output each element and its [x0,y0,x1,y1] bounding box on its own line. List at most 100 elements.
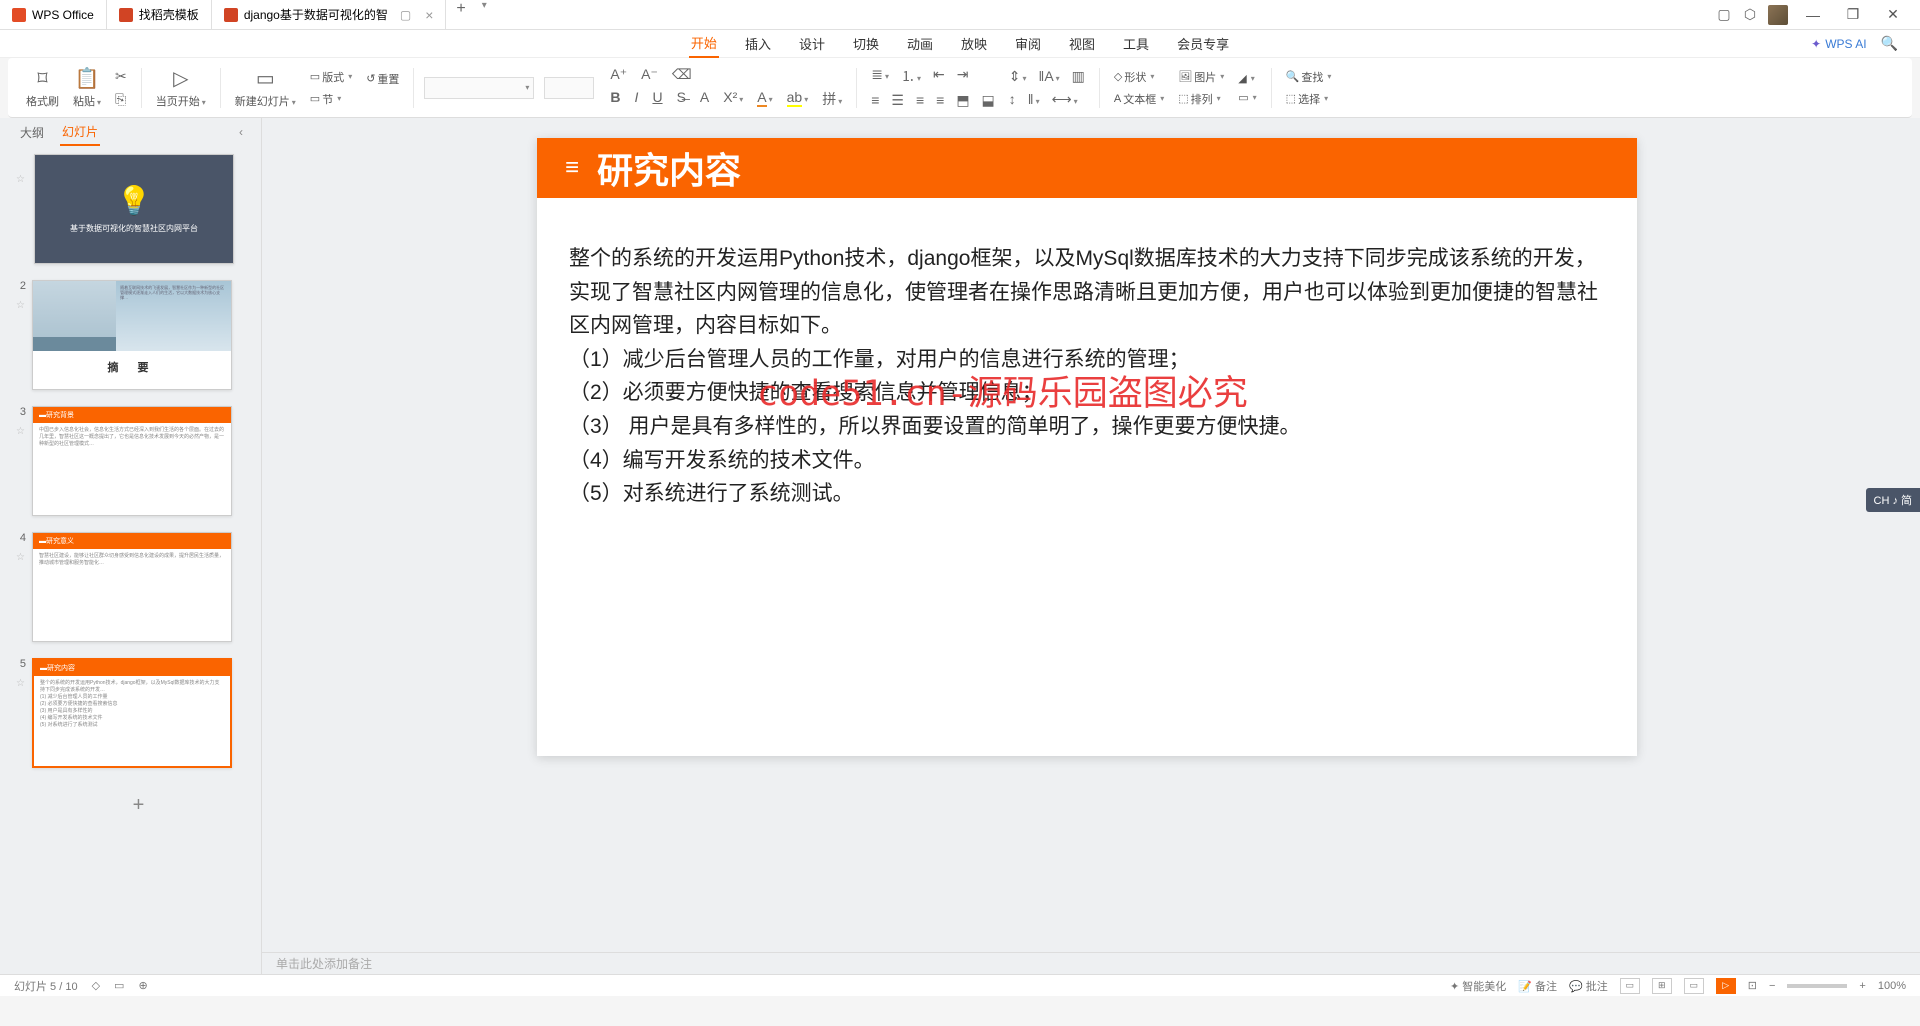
slide-paragraph[interactable]: 整个的系统的开发运用Python技术，django框架，以及MySql数据库技术… [569,242,1605,343]
numbering-icon[interactable]: ⒈▾ [897,64,925,88]
wps-ai-button[interactable]: ✦WPS AI [1811,37,1866,51]
save-icon[interactable]: 🖫 [83,32,103,56]
notes-toggle[interactable]: 📝 备注 [1518,978,1557,994]
slide-canvas[interactable]: ≡ 研究内容 整个的系统的开发运用Python技术，django框架，以及MyS… [537,138,1637,756]
char-spacing-icon[interactable]: ⟷▾ [1048,89,1082,110]
slide-line-5[interactable]: （5）对系统进行了系统测试。 [569,477,1605,511]
menu-review[interactable]: 审阅 [1013,30,1043,57]
shrink-font-icon[interactable]: A⁻ [637,64,662,85]
ime-tab[interactable]: CH ♪ 简 [1866,488,1920,512]
save-as-icon[interactable]: 🖫 [107,32,127,56]
paste-button[interactable]: 📋粘贴▾ [69,66,105,109]
menu-view[interactable]: 视图 [1067,30,1097,57]
menu-start[interactable]: 开始 [689,29,719,58]
hamburger-icon[interactable]: ≡ [12,36,20,52]
slide-thumb-2[interactable]: 2 ☆ 随着互联网技术的飞速发展，智慧社区作为一种新型的社区管理模式逐渐走入人们… [16,280,261,390]
view-slideshow-icon[interactable]: ▷ [1716,978,1736,994]
slide-content[interactable]: 整个的系统的开发运用Python技术，django框架，以及MySql数据库技术… [537,198,1637,555]
menu-animation[interactable]: 动画 [905,30,935,57]
valign-mid-icon[interactable]: ⬓ [978,90,999,111]
cube-icon[interactable]: ⬡ [1742,7,1758,23]
slide-thumb-3[interactable]: 3 ☆ ▬ 研究背景 中国已步入信息化社会，信息化生活方式已经深入到我们生活的各… [16,406,261,516]
slide-thumb-1[interactable]: ☆ 💡 基于数据可视化的智慧社区内网平台 [16,154,261,264]
menu-design[interactable]: 设计 [797,30,827,57]
slide-line-2[interactable]: （2）必须要方便快捷的查看搜索信息并管理信息； [569,376,1605,410]
bold-icon[interactable]: B [606,87,624,111]
phonetic-icon[interactable]: 拼▾ [818,87,846,111]
superscript-icon[interactable]: X²▾ [719,87,747,111]
menu-member[interactable]: 会员专享 [1175,30,1231,57]
collapse-panel-icon[interactable]: ‹ [239,125,243,139]
star-icon[interactable]: ☆ [16,678,25,689]
user-avatar[interactable] [1768,5,1788,25]
zoom-in-icon[interactable]: + [1859,980,1865,992]
zoom-level[interactable]: 100% [1878,980,1906,992]
fill-button[interactable]: ◢▾ [1234,70,1260,87]
star-icon[interactable]: ☆ [16,174,25,185]
line-height-icon[interactable]: ‖▾ [1024,89,1044,110]
close-window-button[interactable]: ✕ [1878,6,1908,23]
indent-dec-icon[interactable]: ⇤ [929,64,949,88]
maximize-button[interactable]: ❐ [1838,6,1868,23]
image-button[interactable]: 🖼 图片▾ [1174,67,1228,87]
align-left-icon[interactable]: ≡ [867,90,883,111]
print-icon[interactable]: 🖶 [131,32,152,56]
align-right-icon[interactable]: ≡ [912,90,928,111]
outline-button[interactable]: ▭▾ [1234,89,1260,106]
slide-line-1[interactable]: （1）减少后台管理人员的工作量，对用户的信息进行系统的管理； [569,343,1605,377]
grow-font-icon[interactable]: A⁺ [606,64,631,85]
select-button[interactable]: ⬚ 选择▾ [1282,89,1336,109]
notes-pane[interactable]: 单击此处添加备注 [262,952,1920,974]
view-sorter-icon[interactable]: ⊞ [1652,978,1672,994]
app-tab-wps[interactable]: WPS Office [0,0,107,29]
redo-icon[interactable]: ↷ [215,35,235,52]
clear-format-icon[interactable]: ⌫ [668,64,696,85]
minimize-button[interactable]: — [1798,7,1828,23]
menu-tools[interactable]: 工具 [1121,30,1151,57]
star-icon[interactable]: ☆ [16,300,25,311]
indent-inc-icon[interactable]: ⇥ [953,64,973,88]
valign-top-icon[interactable]: ⬒ [952,90,973,111]
new-tab-dropdown-icon[interactable]: ▾ [476,0,493,29]
window-layout-icon[interactable]: ▢ [1716,7,1732,23]
star-icon[interactable]: ☆ [16,552,25,563]
align-center-icon[interactable]: ☰ [887,90,908,111]
qa-customize-icon[interactable]: ▾ [239,39,247,48]
status-icon[interactable]: ⊕ [138,979,147,992]
find-button[interactable]: 🔍 查找▾ [1282,67,1336,87]
arrange-button[interactable]: ⬚ 排列▾ [1174,89,1228,109]
app-tab-document[interactable]: django基于数据可视化的智 ▢ × [212,0,447,29]
undo-icon[interactable]: ↶ [179,35,199,52]
shadow-icon[interactable]: A [696,87,713,111]
section-button[interactable]: ▭ 节▾ [306,89,356,109]
columns-icon[interactable]: ▥ [1068,66,1089,87]
tab-slides[interactable]: 幻灯片 [60,119,100,146]
textbox-button[interactable]: A 文本框▾ [1110,89,1168,109]
reset-button[interactable]: ↺ 重置 [362,69,403,89]
highlight-icon[interactable]: ab▾ [783,87,813,111]
format-painter-button[interactable]: ⌑格式刷 [22,66,63,109]
search-icon[interactable]: 🔍 [1877,35,1902,52]
view-normal-icon[interactable]: ▭ [1620,978,1640,994]
zoom-out-icon[interactable]: − [1769,980,1775,992]
app-tab-template[interactable]: 找稻壳模板 [107,0,212,29]
undo-dropdown-icon[interactable]: ▾ [203,39,211,48]
font-family-combo[interactable]: ▾ [424,77,534,99]
star-icon[interactable]: ☆ [16,426,25,437]
shape-button[interactable]: ◇ 形状▾ [1110,67,1168,87]
print-preview-icon[interactable]: ⎙ [156,35,175,52]
menu-transition[interactable]: 切换 [851,30,881,57]
zoom-fit-icon[interactable]: ⊡ [1748,979,1757,992]
add-slide-button[interactable]: + [16,784,261,827]
font-size-combo[interactable] [544,77,594,99]
bullets-icon[interactable]: ≣▾ [867,64,893,88]
copy-icon[interactable]: ⎘ [111,89,131,110]
layout-button[interactable]: ▭ 版式▾ [306,67,356,87]
comments-toggle[interactable]: 💬 批注 [1569,978,1608,994]
line-spacing-icon[interactable]: ⇕▾ [1005,66,1031,87]
cut-icon[interactable]: ✂ [111,66,131,87]
new-slide-button[interactable]: ▭新建幻灯片▾ [231,66,300,109]
italic-icon[interactable]: I [631,87,643,111]
new-tab-button[interactable]: + [446,0,475,29]
slide-line-4[interactable]: （4）编写开发系统的技术文件。 [569,444,1605,478]
